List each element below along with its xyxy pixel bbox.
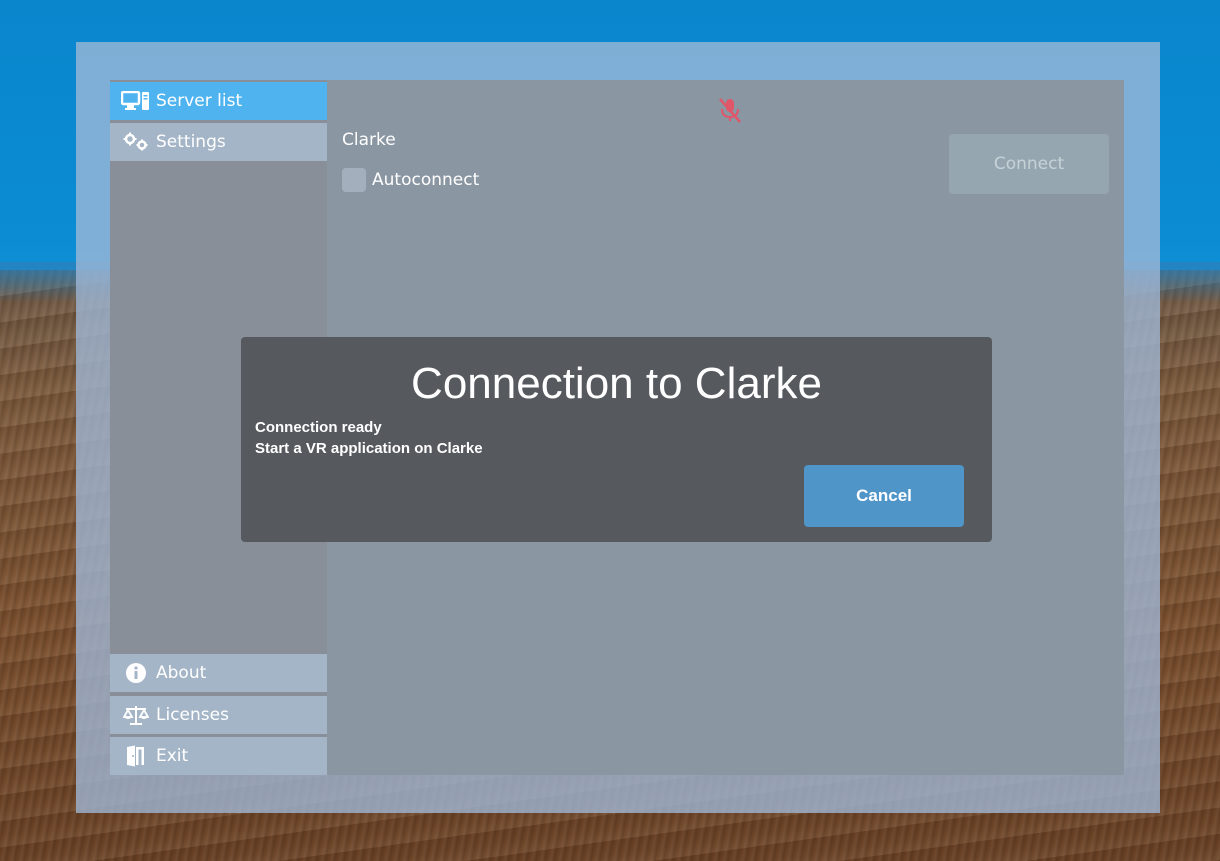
dialog-hint-text: Start a VR application on Clarke bbox=[255, 440, 483, 457]
info-icon bbox=[120, 662, 152, 684]
dialog-status-text: Connection ready bbox=[255, 419, 382, 436]
muted-microphone-icon[interactable] bbox=[716, 96, 744, 124]
connection-dialog: Connection to Clarke Connection ready St… bbox=[241, 337, 992, 542]
sidebar-item-licenses[interactable]: Licenses bbox=[110, 696, 327, 734]
autoconnect-toggle[interactable]: Autoconnect bbox=[342, 168, 479, 192]
sidebar-item-label: About bbox=[156, 663, 207, 683]
exit-door-icon bbox=[120, 745, 152, 767]
sidebar-item-exit[interactable]: Exit bbox=[110, 737, 327, 775]
server-name: Clarke bbox=[342, 130, 396, 150]
server-list-icon bbox=[120, 90, 152, 112]
sidebar-item-label: Server list bbox=[156, 91, 243, 111]
dialog-title: Connection to Clarke bbox=[411, 359, 822, 408]
sidebar-item-settings[interactable]: Settings bbox=[110, 123, 327, 161]
sidebar-item-label: Licenses bbox=[156, 705, 229, 725]
sidebar-item-about[interactable]: About bbox=[110, 654, 327, 692]
connect-button[interactable]: Connect bbox=[949, 134, 1109, 194]
sidebar-item-server-list[interactable]: Server list bbox=[110, 82, 327, 120]
gears-icon bbox=[120, 131, 152, 153]
sidebar-item-label: Exit bbox=[156, 746, 189, 766]
autoconnect-label: Autoconnect bbox=[372, 170, 480, 190]
autoconnect-checkbox[interactable] bbox=[342, 168, 366, 192]
cancel-button[interactable]: Cancel bbox=[804, 465, 964, 527]
scales-icon bbox=[120, 704, 152, 726]
sidebar-item-label: Settings bbox=[156, 132, 226, 152]
